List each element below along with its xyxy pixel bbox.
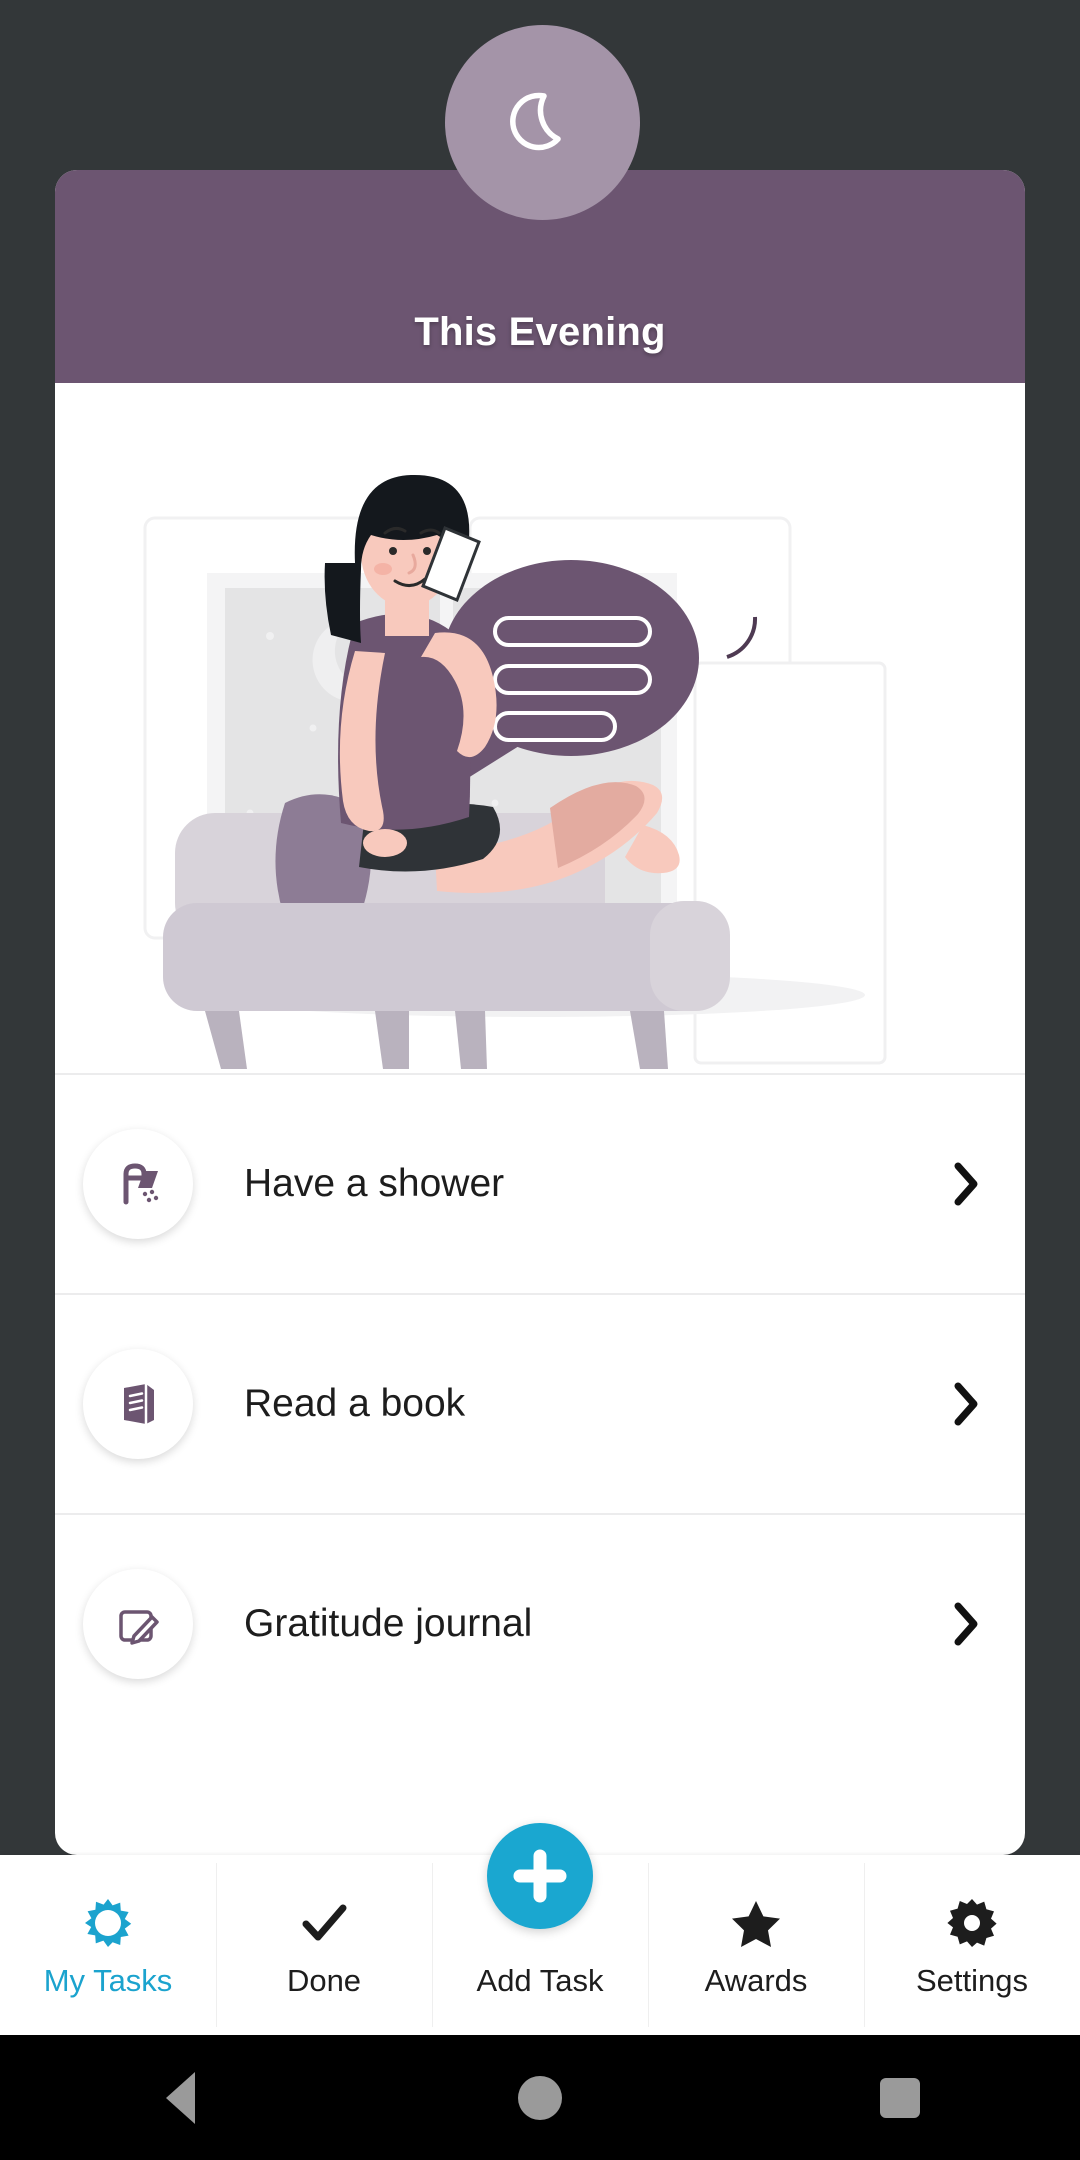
task-label: Have a shower	[244, 1162, 505, 1205]
nav-label: Add Task	[476, 1962, 604, 1998]
android-system-navigation	[0, 2035, 1080, 2160]
task-label: Gratitude journal	[244, 1602, 533, 1645]
task-row[interactable]: Gratitude journal	[55, 1513, 1025, 1733]
add-task-fab[interactable]	[487, 1823, 593, 1929]
app-screen: This Evening Have a shower Read a book G…	[0, 0, 1080, 2035]
gear-icon	[946, 1895, 998, 1951]
nav-item-settings[interactable]: Settings	[864, 1855, 1080, 2035]
crescent-moon-icon	[445, 25, 640, 220]
nav-item-awards[interactable]: Awards	[648, 1855, 864, 2035]
chevron-right-icon[interactable]	[952, 1382, 980, 1426]
plus-icon	[513, 1849, 567, 1903]
task-row[interactable]: Have a shower	[55, 1073, 1025, 1293]
nav-label: Done	[286, 1962, 362, 1998]
illustration	[55, 383, 1025, 1073]
recents-square-icon[interactable]	[720, 2077, 1080, 2118]
check-icon	[298, 1895, 350, 1951]
evening-card: This Evening Have a shower Read a book G…	[55, 170, 1025, 1855]
task-label: Read a book	[244, 1382, 466, 1425]
shower-icon	[83, 1129, 193, 1239]
task-row[interactable]: Read a book	[55, 1293, 1025, 1513]
book-icon	[83, 1349, 193, 1459]
chevron-right-icon[interactable]	[952, 1602, 980, 1646]
nav-label: My Tasks	[43, 1962, 173, 1998]
nav-item-done[interactable]: Done	[216, 1855, 432, 2035]
edit-note-icon	[83, 1569, 193, 1679]
nav-item-my-tasks[interactable]: My Tasks	[0, 1855, 216, 2035]
chevron-right-icon[interactable]	[952, 1162, 980, 1206]
home-circle-icon[interactable]	[360, 2075, 720, 2120]
nav-label: Awards	[704, 1962, 808, 1998]
back-triangle-icon[interactable]	[0, 2071, 360, 2124]
page-title: This Evening	[414, 310, 666, 354]
task-list: Have a shower Read a book Gratitude jour…	[55, 1073, 1025, 1733]
nav-label: Settings	[915, 1962, 1028, 1998]
star-icon	[730, 1895, 782, 1951]
sun-icon	[82, 1895, 134, 1951]
